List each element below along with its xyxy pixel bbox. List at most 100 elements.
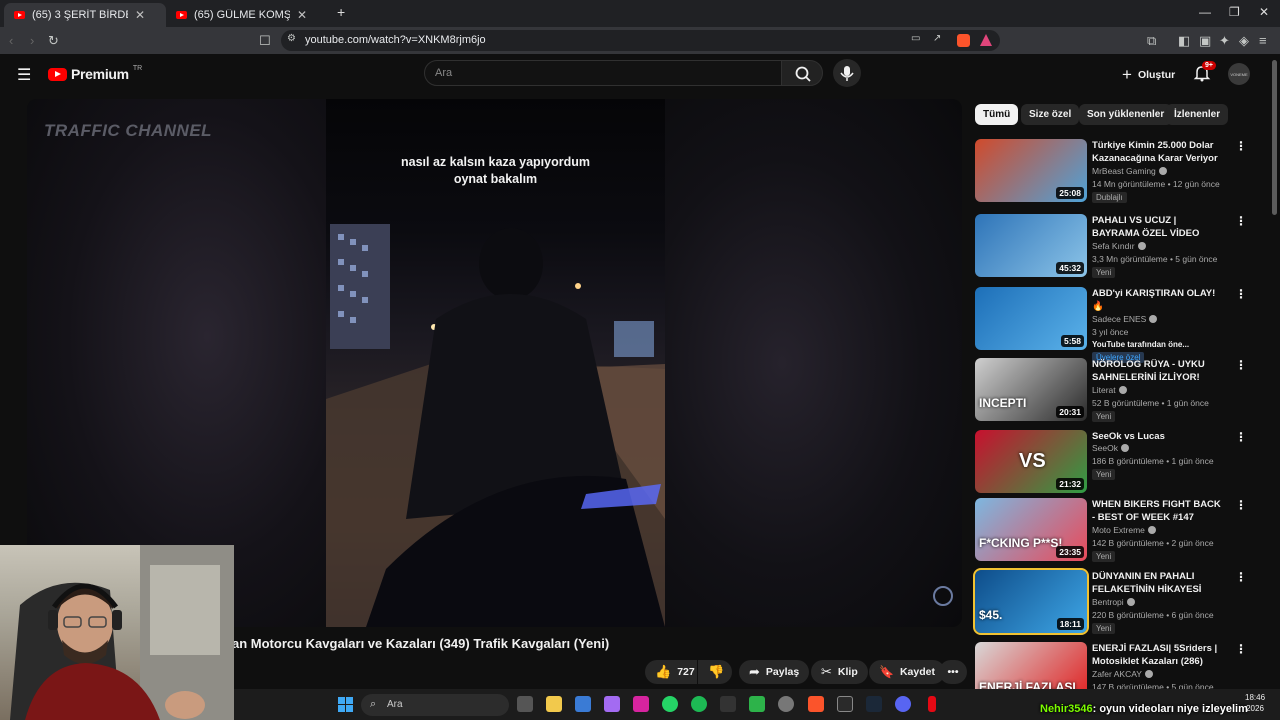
recommendation-item[interactable]: 25:08 Türkiye Kimin 25.000 Dolar Kazanaca… [975,139,1255,205]
recommendation-item[interactable]: F*CKING P**S! 23:35 WHEN BIKERS FIGHT BACK… [975,498,1255,564]
back-icon[interactable]: ‹ [9,33,13,48]
new-tab-button[interactable]: + [337,4,345,20]
recommendation-item[interactable]: 45:32 PAHALI VS UCUZ | BAYRAMA ÖZEL VİDEO… [975,214,1255,280]
brave-browser-icon[interactable] [808,696,824,712]
menu-icon[interactable]: ≡ [1259,33,1267,48]
kebab-menu-icon[interactable]: ⋮ [1235,287,1247,301]
recommendation-item[interactable]: VS 21:32 SeeOk vs Lucas SeeOk 186 B görüntül… [975,430,1255,496]
chip-watched[interactable]: İzlenenler [1166,104,1229,125]
channel-name[interactable]: Sadece ENES [1092,314,1158,324]
recommendation-title[interactable]: SeeOk vs Lucas [1092,430,1224,443]
youtube-logo[interactable]: Premium TR [48,65,142,82]
video-thumbnail[interactable]: 25:08 [975,139,1087,202]
clip-button[interactable]: ✂ Klip [811,660,868,684]
chip-all[interactable]: Tümü [975,104,1019,125]
page-scrollbar[interactable] [1272,60,1277,215]
recommendation-item[interactable]: 5:58 ABD'yi KARIŞTIRAN OLAY! 🔥 Sadece ENES… [975,287,1255,363]
video-thumbnail[interactable]: $45. 18:11 [973,568,1089,635]
recommendation-title[interactable]: NÖROLOG RÜYA - UYKU SAHNELERİNİ İZLİYOR! [1092,358,1224,384]
whatsapp-icon[interactable] [662,696,678,712]
leo-ai-icon[interactable]: ✦ [1219,33,1230,49]
channel-name[interactable]: SeeOk [1092,443,1129,453]
channel-name[interactable]: Sefa Kındır [1092,241,1146,251]
wallet-icon[interactable]: ▣ [1199,33,1211,49]
video-thumbnail[interactable]: INCEPTI 20:31 [975,358,1087,421]
minimize-button[interactable]: — [1199,5,1211,19]
brave-shield-icon[interactable] [957,34,970,47]
channel-name[interactable]: Zafer AKCAY [1092,669,1153,679]
hamburger-menu-icon[interactable]: ☰ [17,65,31,85]
sidebar-icon[interactable]: ◧ [1178,33,1190,49]
notifications-button[interactable]: 9+ [1193,61,1216,87]
extensions-icon[interactable]: ⧉ [1147,33,1156,49]
media-player-icon[interactable] [749,696,765,712]
recommendation-title[interactable]: PAHALI VS UCUZ | BAYRAMA ÖZEL VİDEO [1092,214,1224,240]
channel-branding-icon[interactable] [933,586,953,606]
video-thumbnail[interactable]: 5:58 [975,287,1087,350]
spotify-icon[interactable] [691,696,707,712]
recommendation-title[interactable]: WHEN BIKERS FIGHT BACK - BEST OF WEEK #1… [1092,498,1224,524]
save-button[interactable]: 🔖 Kaydet [869,660,945,684]
recommendation-title[interactable]: ABD'yi KARIŞTIRAN OLAY! 🔥 [1092,287,1224,313]
recommendation-title[interactable]: DÜNYANIN EN PAHALI FELAKETİNİN HİKAYESİ [1092,570,1224,596]
file-explorer-icon[interactable] [546,696,562,712]
reload-icon[interactable]: ↻ [48,33,59,49]
epic-games-icon[interactable] [837,696,853,712]
kebab-menu-icon[interactable]: ⋮ [1235,570,1247,584]
voice-search-button[interactable] [833,59,861,87]
more-actions-button[interactable]: ••• [939,660,967,684]
like-button[interactable]: 👍 727 [645,660,697,684]
taskbar-search[interactable]: ⌕ Ara [361,694,509,716]
recommendation-title[interactable]: ENERJİ FAZLASI| 5Sriders | Motosiklet Ka… [1092,642,1224,668]
discord-icon[interactable] [895,696,911,712]
store-icon[interactable] [575,696,591,712]
avatar[interactable]: VONEME [1228,63,1250,85]
app-icon[interactable] [720,696,736,712]
kebab-menu-icon[interactable]: ⋮ [1235,214,1247,228]
cast-icon[interactable]: ▭ [911,33,920,44]
browser-tab[interactable]: (65) GÜLME KOMŞUNA | 5Sriders | M ✕ [166,3,328,27]
browser-tab-active[interactable]: (65) 3 ŞERİT BİRDEN! Türkiye'de ✕ [4,3,166,27]
steam-icon[interactable] [866,696,882,712]
netflix-icon[interactable] [928,696,936,712]
windows-start-icon[interactable] [338,697,353,712]
channel-name[interactable]: Bentropi [1092,597,1135,607]
maximize-button[interactable]: ❐ [1229,5,1240,19]
dislike-button[interactable]: 👎 [698,660,732,684]
recommendation-title[interactable]: Türkiye Kimin 25.000 Dolar Kazanacağına … [1092,139,1224,165]
kebab-menu-icon[interactable]: ⋮ [1235,642,1247,656]
instagram-icon[interactable] [633,696,649,712]
share-button[interactable]: ➦ Paylaş [739,660,810,684]
site-settings-icon[interactable]: ⚙ [287,33,296,44]
video-thumbnail[interactable]: 45:32 [975,214,1087,277]
recommendation-item[interactable]: INCEPTI 20:31 NÖROLOG RÜYA - UYKU SAHNELER… [975,358,1255,424]
kebab-menu-icon[interactable]: ⋮ [1235,498,1247,512]
kebab-menu-icon[interactable]: ⋮ [1235,358,1247,372]
tab-close-icon[interactable]: ✕ [297,8,307,22]
system-clock[interactable]: 18:46 2026 [1245,692,1265,714]
kebab-menu-icon[interactable]: ⋮ [1235,139,1247,153]
search-input[interactable]: Ara [424,60,782,86]
bookmark-icon[interactable]: ☐ [259,33,271,49]
channel-name[interactable]: Literat [1092,385,1127,395]
brave-rewards-icon[interactable] [980,34,992,46]
channel-name[interactable]: Moto Extreme [1092,525,1156,535]
copilot-icon[interactable] [604,696,620,712]
task-view-icon[interactable] [517,696,533,712]
window-close-button[interactable]: ✕ [1259,5,1269,19]
chip-for-you[interactable]: Size özel [1021,104,1080,125]
forward-icon[interactable]: › [30,33,34,48]
vpn-icon[interactable]: ◈ [1239,33,1249,49]
chrome-icon[interactable] [778,696,794,712]
address-bar[interactable]: ⚙ youtube.com/watch?v=XNKM8rjm6jo ▭ ↗ [281,30,1000,51]
recommendation-item[interactable]: $45. 18:11 DÜNYANIN EN PAHALI FELAKETİNİN … [973,568,1255,636]
channel-name[interactable]: MrBeast Gaming [1092,166,1167,176]
create-button[interactable]: + Oluştur [1122,65,1175,85]
tab-close-icon[interactable]: ✕ [135,8,145,22]
video-thumbnail[interactable]: F*CKING P**S! 23:35 [975,498,1087,561]
video-thumbnail[interactable]: VS 21:32 [975,430,1087,493]
search-button[interactable] [781,60,823,86]
kebab-menu-icon[interactable]: ⋮ [1235,430,1247,444]
share-page-icon[interactable]: ↗ [933,33,941,44]
chip-recent[interactable]: Son yüklenenler [1079,104,1173,125]
